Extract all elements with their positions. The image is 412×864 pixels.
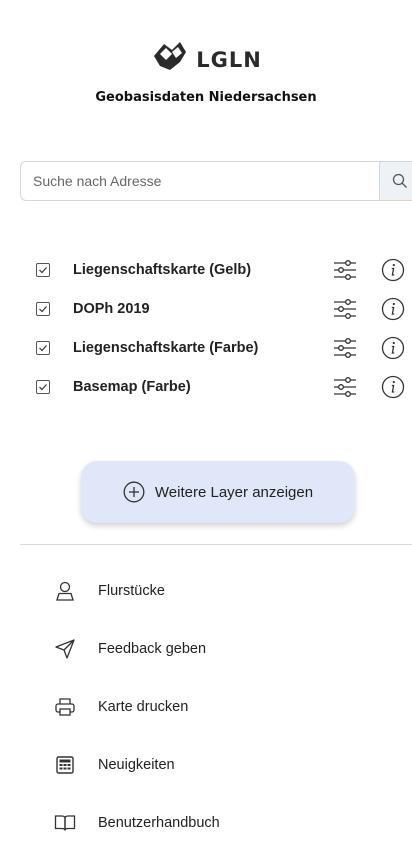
layer-checkbox[interactable] (36, 340, 50, 355)
layer-label: Liegenschaftskarte (Farbe) (73, 339, 259, 356)
search-input[interactable] (21, 162, 379, 200)
info-icon (381, 297, 405, 320)
layer-checkbox[interactable] (36, 262, 50, 277)
layer-item: Basemap (Farbe) (36, 367, 412, 406)
sliders-icon (334, 337, 356, 358)
search-button[interactable] (379, 162, 412, 200)
layer-info-button[interactable] (380, 335, 406, 361)
send-icon (54, 638, 76, 660)
sliders-icon (334, 376, 356, 397)
menu-item-feedback[interactable]: Feedback geben (54, 620, 220, 678)
menu-item-news[interactable]: Neuigkeiten (54, 736, 220, 794)
side-menu: Flurstücke Feedback geben Karte drucken (54, 562, 220, 852)
layer-settings-button[interactable] (332, 374, 358, 400)
menu-label: Feedback geben (98, 641, 207, 657)
sliders-icon (334, 259, 356, 280)
menu-item-flurstuecke[interactable]: Flurstücke (54, 562, 220, 620)
plus-circle-icon (123, 481, 145, 503)
page-subtitle: Geobasisdaten Niedersachsen (95, 90, 317, 105)
checkmark-icon (39, 266, 47, 273)
layer-label: Liegenschaftskarte (Gelb) (73, 261, 252, 278)
layer-checkbox[interactable] (36, 379, 50, 394)
book-icon (54, 812, 76, 834)
menu-item-manual[interactable]: Benutzerhandbuch (54, 794, 220, 852)
layer-item: DOPh 2019 (36, 289, 412, 328)
newspaper-icon (54, 754, 76, 776)
more-layers-button[interactable]: Weitere Layer anzeigen (81, 461, 355, 523)
menu-label: Benutzerhandbuch (98, 815, 220, 831)
checkmark-icon (39, 344, 47, 351)
divider (20, 544, 412, 545)
layer-item: Liegenschaftskarte (Gelb) (36, 250, 412, 289)
menu-label: Neuigkeiten (98, 757, 175, 773)
sliders-icon (334, 298, 356, 319)
layer-info-button[interactable] (380, 257, 406, 283)
menu-label: Karte drucken (98, 699, 189, 715)
layer-info-button[interactable] (380, 296, 406, 322)
menu-item-print[interactable]: Karte drucken (54, 678, 220, 736)
layer-settings-button[interactable] (332, 335, 358, 361)
layer-label: DOPh 2019 (73, 300, 150, 317)
info-icon (381, 375, 405, 398)
layer-item: Liegenschaftskarte (Farbe) (36, 328, 412, 367)
menu-label: Flurstücke (98, 583, 165, 599)
layer-checkbox[interactable] (36, 301, 50, 316)
info-icon (381, 258, 405, 281)
layer-list: Liegenschaftskarte (Gelb) DOPh 2019 Lieg… (36, 250, 412, 406)
checkmark-icon (39, 383, 47, 390)
layer-settings-button[interactable] (332, 257, 358, 283)
user-pin-icon (54, 580, 76, 602)
lgln-logo-mark-icon (154, 42, 187, 70)
layer-info-button[interactable] (380, 374, 406, 400)
layer-label: Basemap (Farbe) (73, 378, 191, 395)
info-icon (381, 336, 405, 359)
header-logo: LGLN (0, 34, 412, 79)
checkmark-icon (39, 305, 47, 312)
more-layers-label: Weitere Layer anzeigen (154, 483, 314, 501)
printer-icon (54, 696, 76, 718)
logo-text: LGLN (196, 48, 262, 72)
address-search (20, 161, 412, 201)
search-icon (392, 173, 407, 188)
layer-settings-button[interactable] (332, 296, 358, 322)
